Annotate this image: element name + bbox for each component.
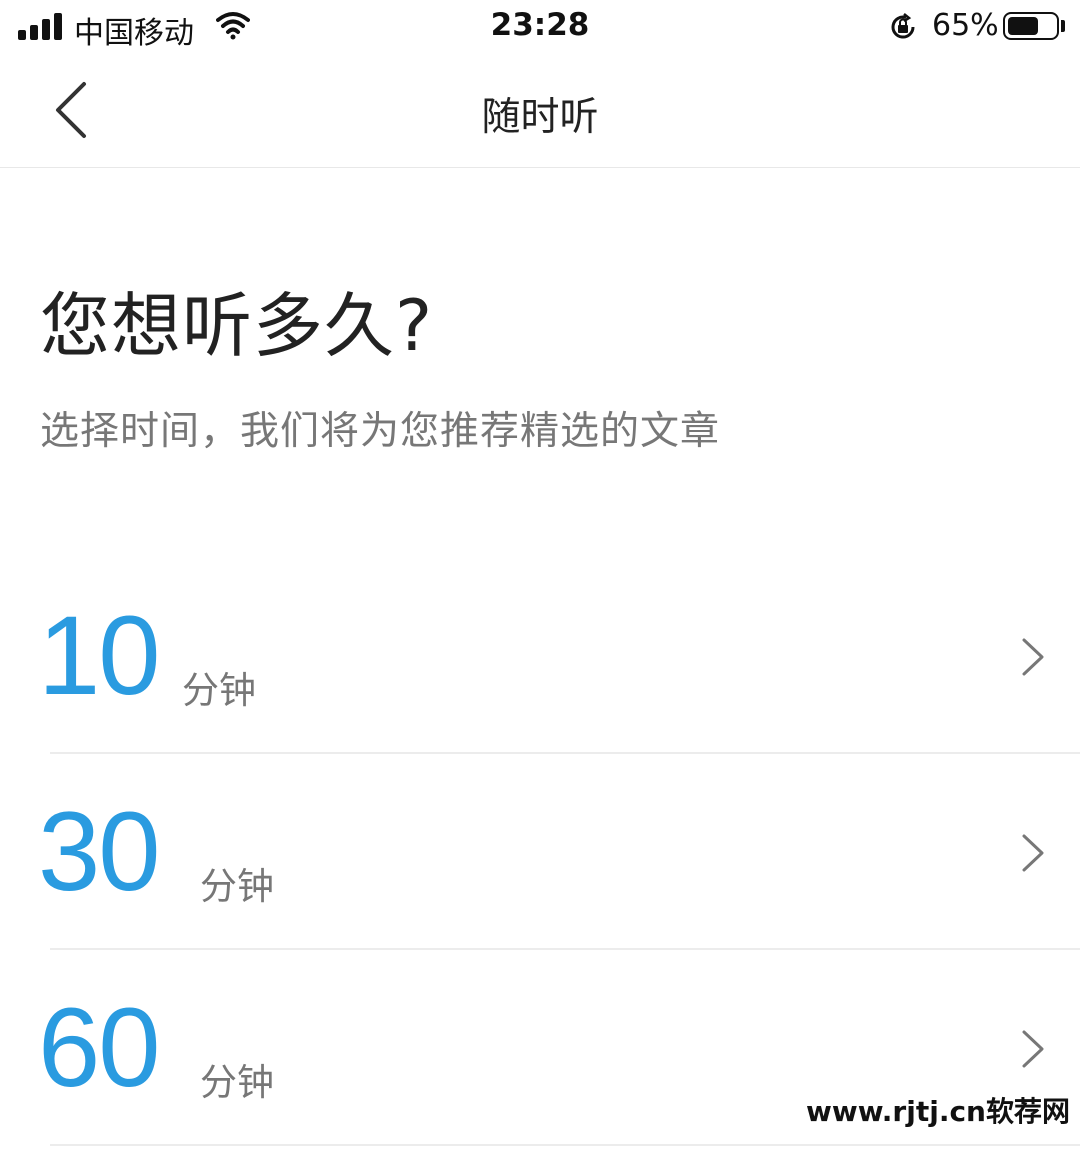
duration-options: 10 分钟 30 分钟 60 分钟: [0, 558, 1080, 1146]
battery-level-fill: [1008, 17, 1038, 35]
nav-bar: 随时听: [0, 56, 1080, 168]
page-subtitle: 选择时间，我们将为您推荐精选的文章: [40, 409, 721, 454]
status-time: 23:28: [490, 7, 590, 43]
option-unit: 分钟: [200, 865, 274, 908]
nav-title: 随时听: [481, 95, 599, 140]
option-unit: 分钟: [182, 669, 256, 712]
battery-tip: [1061, 20, 1065, 32]
option-number: 30: [38, 789, 161, 914]
chevron-right-icon: [1022, 1030, 1044, 1068]
option-10-minutes[interactable]: 10 分钟: [0, 558, 1080, 754]
battery-icon: [1003, 12, 1059, 40]
page-heading: 您想听多久?: [40, 285, 434, 367]
divider: [50, 1144, 1080, 1146]
chevron-right-icon: [1022, 638, 1044, 676]
option-30-minutes[interactable]: 30 分钟: [0, 754, 1080, 950]
rotation-lock-icon: [891, 13, 915, 39]
option-number: 10: [38, 593, 161, 718]
screen: 中国移动 23:28 65% 随时听 您想听多久? 选择时间，我们将为您推荐精选…: [0, 0, 1080, 1157]
option-number: 60: [38, 985, 161, 1110]
status-bar: 中国移动 23:28 65%: [0, 0, 1080, 56]
chevron-right-icon: [1022, 834, 1044, 872]
watermark: www.rjtj.cn软荐网: [805, 1095, 1070, 1128]
option-unit: 分钟: [200, 1061, 274, 1104]
battery-percent: 65%: [932, 8, 999, 43]
